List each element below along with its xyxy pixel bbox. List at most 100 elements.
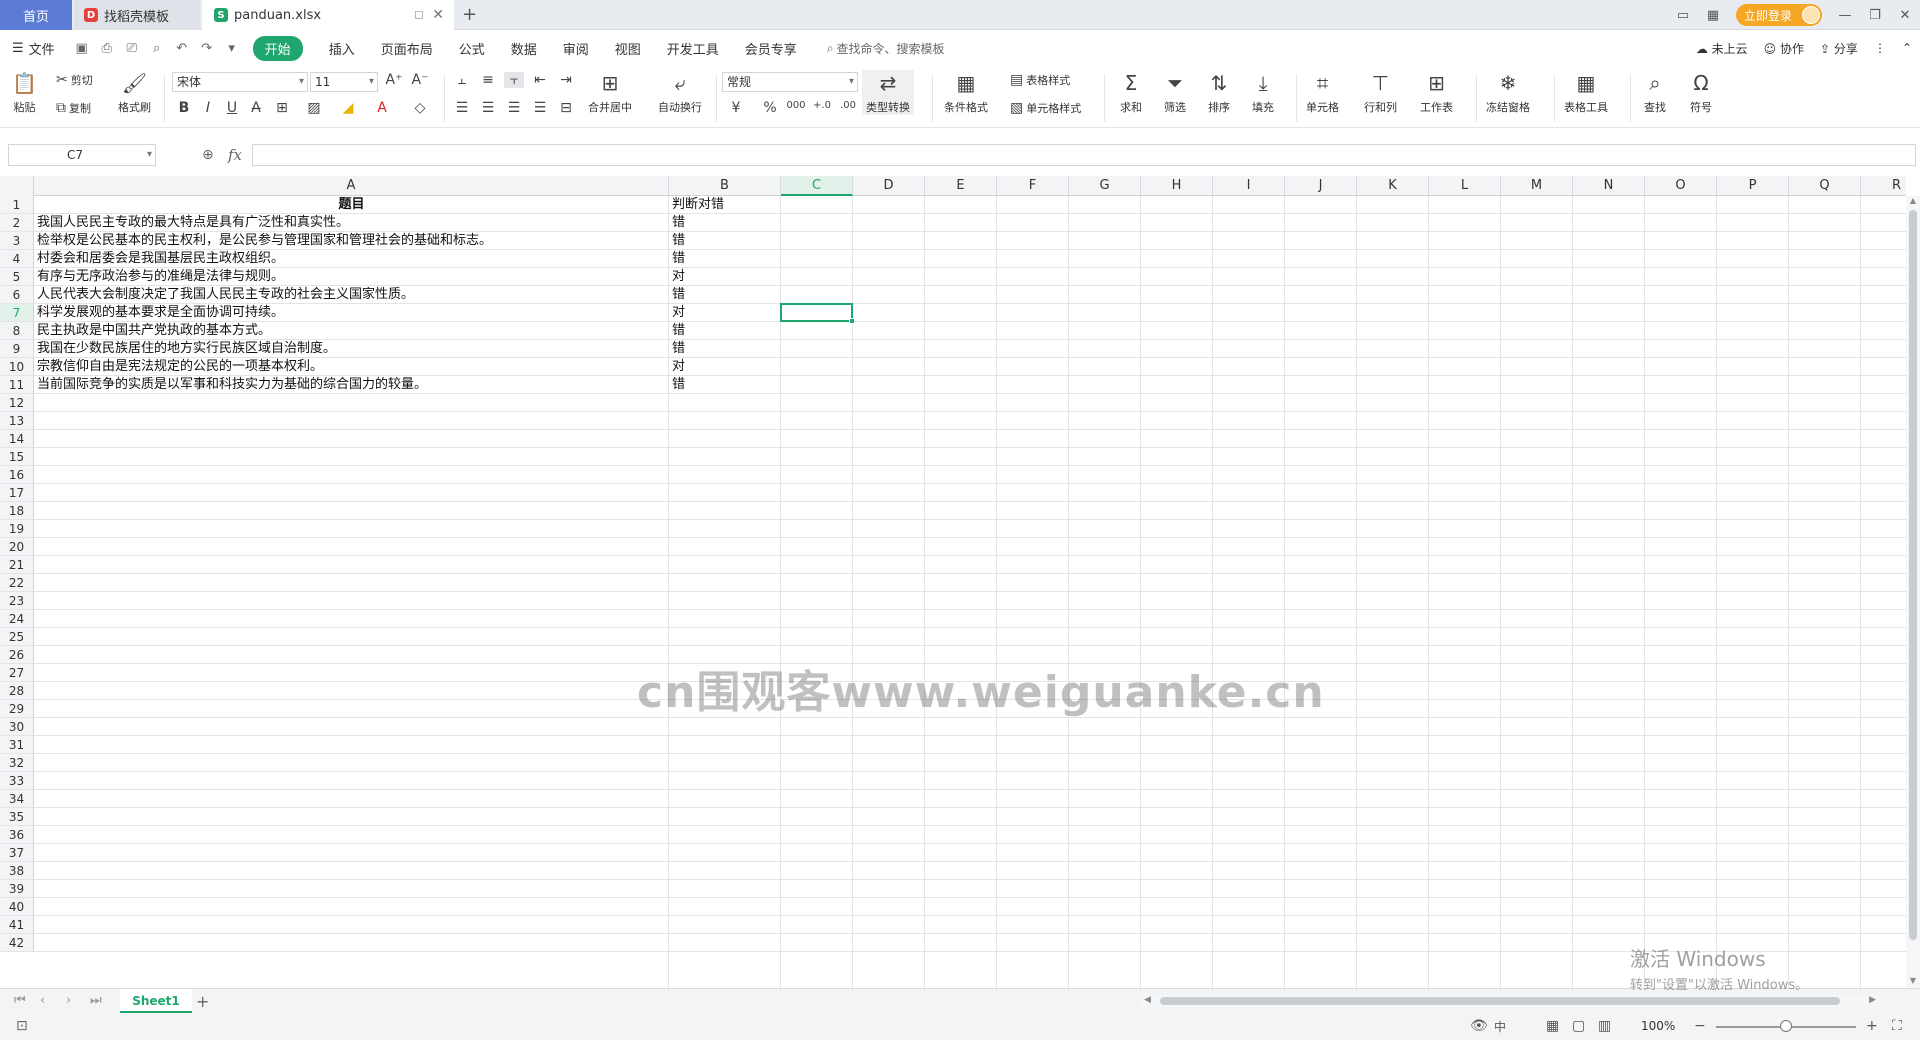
next-sheet-icon[interactable]: › (66, 993, 71, 1008)
export-pdf-icon[interactable]: ⎙ (96, 41, 118, 56)
pin-icon[interactable]: ◻ (414, 7, 424, 21)
print-preview-icon[interactable]: ⌕ (146, 41, 168, 56)
zoom-formula-icon[interactable]: ⊕ (202, 147, 214, 163)
menu-member[interactable]: 会员专享 (745, 39, 797, 58)
increase-indent-icon[interactable]: ⇥ (556, 72, 576, 88)
fill-button[interactable]: ⤓ 填充 (1252, 70, 1274, 115)
cell-b1[interactable]: 判断对错 (669, 196, 781, 214)
row-header[interactable]: 7 (0, 304, 34, 322)
number-format-select[interactable]: 常规 (722, 72, 858, 92)
menu-formula[interactable]: 公式 (459, 39, 485, 58)
horizontal-scrollbar[interactable]: ◀ ▶ (1140, 995, 1880, 1007)
row-header[interactable]: 27 (0, 664, 34, 682)
undo-icon[interactable]: ↶ (171, 41, 193, 56)
column-header-i[interactable]: I (1213, 176, 1285, 196)
column-header-m[interactable]: M (1501, 176, 1573, 196)
tab-template[interactable]: D 找稻壳模板 (74, 0, 200, 30)
sum-button[interactable]: Σ 求和 (1120, 70, 1142, 115)
align-bottom-icon[interactable]: ⫟ (504, 72, 524, 88)
sort-button[interactable]: ⇅ 排序 (1208, 70, 1230, 115)
row-header[interactable]: 23 (0, 592, 34, 610)
selected-cell[interactable] (780, 303, 853, 322)
column-header-e[interactable]: E (925, 176, 997, 196)
row-header[interactable]: 34 (0, 790, 34, 808)
column-header-c[interactable]: C (781, 176, 853, 196)
collapse-ribbon-icon[interactable]: ⌃ (1902, 41, 1912, 55)
type-convert-button[interactable]: ⇄ 类型转换 (862, 70, 914, 115)
collab-button[interactable]: ☺ 协作 (1764, 40, 1804, 57)
cell-a6[interactable]: 人民代表大会制度决定了我国人民民主专政的社会主义国家性质。 (34, 286, 669, 304)
cell-a10[interactable]: 宗教信仰自由是宪法规定的公民的一项基本权利。 (34, 358, 669, 376)
print-icon[interactable]: ⎚ (121, 41, 143, 56)
cell-b11[interactable]: 错 (669, 376, 781, 394)
font-size-select[interactable]: 11 (310, 72, 378, 92)
border-icon[interactable]: ⊞ (272, 100, 292, 116)
scroll-up-icon[interactable]: ▲ (1906, 196, 1920, 208)
column-header-q[interactable]: Q (1789, 176, 1861, 196)
restore-icon[interactable]: ❐ (1860, 0, 1890, 30)
fill-pattern-icon[interactable]: ▨ (304, 100, 324, 116)
cell-a8[interactable]: 民主执政是中国共产党执政的基本方式。 (34, 322, 669, 340)
currency-icon[interactable]: ¥ (726, 100, 746, 116)
row-header[interactable]: 1 (0, 196, 34, 214)
merge-center-button[interactable]: ⊞ 合并居中 (588, 70, 632, 115)
row-header[interactable]: 3 (0, 232, 34, 250)
row-header[interactable]: 10 (0, 358, 34, 376)
row-header[interactable]: 38 (0, 862, 34, 880)
row-header[interactable]: 30 (0, 718, 34, 736)
font-color-icon[interactable]: A (372, 100, 392, 116)
scroll-right-icon[interactable]: ▶ (1869, 995, 1876, 1005)
menu-page-layout[interactable]: 页面布局 (381, 39, 433, 58)
column-header-b[interactable]: B (669, 176, 781, 196)
name-box[interactable]: C7 (8, 144, 156, 166)
row-header[interactable]: 4 (0, 250, 34, 268)
copy-button[interactable]: ⧉ 复制 (56, 100, 91, 116)
cell-a2[interactable]: 我国人民民主专政的最大特点是具有广泛性和真实性。 (34, 214, 669, 232)
distributed-align-icon[interactable]: ⊟ (556, 100, 576, 116)
row-header[interactable]: 40 (0, 898, 34, 916)
cut-button[interactable]: ✂ 剪切 (56, 72, 93, 88)
layout-icon[interactable]: ▭ (1668, 0, 1698, 30)
input-method-icon[interactable]: 中 (1494, 1018, 1506, 1035)
menu-insert[interactable]: 插入 (329, 39, 355, 58)
row-header[interactable]: 16 (0, 466, 34, 484)
row-header[interactable]: 20 (0, 538, 34, 556)
column-header-k[interactable]: K (1357, 176, 1429, 196)
command-search[interactable]: ⌕ 查找命令、搜索模板 (827, 40, 945, 57)
row-header[interactable]: 39 (0, 880, 34, 898)
freeze-panes-button[interactable]: ❄ 冻结窗格 (1486, 70, 1530, 115)
italic-icon[interactable]: I (198, 100, 218, 116)
new-tab-button[interactable]: + (462, 4, 477, 25)
format-painter-button[interactable]: 🖌 格式刷 (118, 70, 151, 115)
row-header[interactable]: 29 (0, 700, 34, 718)
fill-color-icon[interactable]: ◢ (338, 100, 358, 116)
underline-icon[interactable]: U (222, 100, 242, 116)
zoom-slider-knob[interactable] (1780, 1020, 1792, 1032)
align-center-icon[interactable]: ☰ (478, 100, 498, 116)
column-header-a[interactable]: A (34, 176, 669, 196)
row-header[interactable]: 19 (0, 520, 34, 538)
row-header[interactable]: 35 (0, 808, 34, 826)
scroll-down-icon[interactable]: ▼ (1906, 976, 1920, 988)
zoom-in-icon[interactable]: + (1866, 1018, 1878, 1034)
eye-protection-icon[interactable]: 👁 (1470, 1018, 1488, 1034)
zoom-level[interactable]: 100% (1641, 1019, 1675, 1033)
last-sheet-icon[interactable]: ⏭ (90, 993, 102, 1008)
formula-input[interactable] (252, 144, 1916, 166)
column-header-j[interactable]: J (1285, 176, 1357, 196)
align-left-icon[interactable]: ☰ (452, 100, 472, 116)
scroll-left-icon[interactable]: ◀ (1144, 995, 1151, 1005)
vertical-scroll-thumb[interactable] (1909, 210, 1917, 940)
menu-data[interactable]: 数据 (511, 39, 537, 58)
decrease-indent-icon[interactable]: ⇤ (530, 72, 550, 88)
cell-b10[interactable]: 对 (669, 358, 781, 376)
column-header-g[interactable]: G (1069, 176, 1141, 196)
row-header[interactable]: 26 (0, 646, 34, 664)
row-header[interactable]: 12 (0, 394, 34, 412)
cell-a9[interactable]: 我国在少数民族居住的地方实行民族区域自治制度。 (34, 340, 669, 358)
column-header-h[interactable]: H (1141, 176, 1213, 196)
cell-style-button[interactable]: ▧ 单元格样式 (1010, 100, 1081, 116)
paste-button[interactable]: 📋 粘贴 (12, 70, 37, 115)
table-style-button[interactable]: ▤ 表格样式 (1010, 72, 1070, 88)
page-break-view-icon[interactable]: ▥ (1598, 1018, 1611, 1034)
